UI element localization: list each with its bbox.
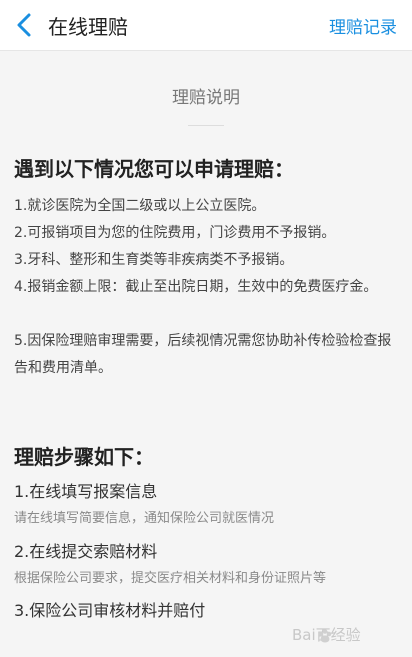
claim-instructions-title: 理赔说明: [172, 88, 240, 108]
chevron-left-icon: [17, 13, 31, 37]
divider: [188, 125, 224, 126]
page-title: 在线理赔: [48, 15, 128, 39]
condition-item: 2.可报销项目为您的住院费用，门诊费用不予报销。: [14, 225, 336, 241]
condition-item: 1.就诊医院为全国二级或以上公立医院。: [14, 198, 266, 214]
top-bar: 在线理赔 理赔记录: [0, 0, 412, 51]
step-title: 3.保险公司审核材料并赔付: [14, 601, 206, 620]
condition-item: 5.因保险理赔审理需要，后续视情况需您协助补传检验检查报告和费用清单。: [14, 333, 392, 376]
main-content: 理赔说明 遇到以下情况您可以申请理赔： 1.就诊医院为全国二级或以上公立医院。 …: [0, 51, 412, 657]
step-description: 请在线填写简要信息，通知保险公司就医情况: [14, 511, 275, 526]
step-title: 1.在线填写报案信息: [14, 482, 158, 501]
back-button[interactable]: [8, 8, 42, 42]
condition-item: 4.报销金额上限：截止至出院日期，生效中的免费医疗金。: [14, 279, 378, 295]
watermark: Bai百经验: [288, 621, 400, 649]
claim-records-link[interactable]: 理赔记录: [329, 13, 397, 38]
condition-item: 3.牙科、整形和生育类等非疾病类不予报销。: [14, 252, 294, 268]
steps-heading: 理赔步骤如下：: [14, 445, 154, 469]
step-description: 根据保险公司要求，提交医疗相关材料和身份证照片等: [14, 571, 327, 586]
conditions-heading: 遇到以下情况您可以申请理赔：: [14, 157, 294, 181]
step-title: 2.在线提交索赔材料: [14, 542, 158, 561]
